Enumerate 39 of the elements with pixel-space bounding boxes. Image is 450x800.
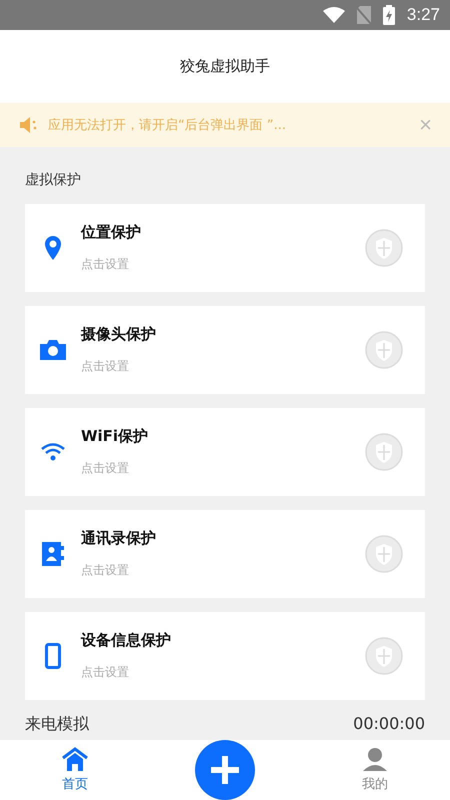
card-subtitle: 点击设置 xyxy=(81,460,130,477)
card-subtitle: 点击设置 xyxy=(81,358,130,375)
nav-tab[interactable]: 首页 xyxy=(0,740,150,800)
card-subtitle: 点击设置 xyxy=(81,562,130,579)
section-title: 来电模拟 xyxy=(25,714,89,735)
protection-card[interactable]: 通讯录保护 点击设置 xyxy=(25,510,425,598)
phone-icon xyxy=(45,643,61,669)
notice-text: 应用无法打开，请开启“后台弹出界面 ”... xyxy=(48,117,287,134)
wifi-icon xyxy=(322,7,345,23)
card-title: 设备信息保护 xyxy=(81,631,172,650)
protection-card[interactable]: 位置保护 点击设置 xyxy=(25,204,425,292)
location-pin-icon xyxy=(45,236,61,260)
wifi-icon xyxy=(41,443,65,461)
shield-icon[interactable] xyxy=(365,637,403,675)
app-title: 狡兔虚拟助手 xyxy=(180,57,270,76)
card-subtitle: 点击设置 xyxy=(81,664,130,681)
shield-icon[interactable] xyxy=(365,433,403,471)
protection-card[interactable]: 摄像头保护 点击设置 xyxy=(25,306,425,394)
card-title: 摄像头保护 xyxy=(81,325,157,344)
shield-icon[interactable] xyxy=(365,535,403,573)
nav-tab[interactable]: 我的 xyxy=(300,740,450,800)
status-time: 3:27 xyxy=(406,5,440,25)
card-title: WiFi保护 xyxy=(81,427,150,446)
card-title: 位置保护 xyxy=(81,223,142,242)
protection-card[interactable]: WiFi保护 点击设置 xyxy=(25,408,425,496)
plus-icon xyxy=(209,754,241,786)
no-sim-icon xyxy=(356,6,371,24)
card-title: 通讯录保护 xyxy=(81,529,157,548)
battery-charging-icon xyxy=(382,5,395,25)
user-icon xyxy=(363,747,387,771)
timer-text: 00:00:00 xyxy=(353,714,425,735)
shield-icon[interactable] xyxy=(365,229,403,267)
camera-icon xyxy=(40,340,66,360)
contact-book-icon xyxy=(42,542,64,566)
card-subtitle: 点击设置 xyxy=(81,256,130,273)
section-title: 虚拟保护 xyxy=(25,171,82,190)
protection-card[interactable]: 设备信息保护 点击设置 xyxy=(25,612,425,700)
shield-icon[interactable] xyxy=(365,331,403,369)
home-icon xyxy=(62,747,88,771)
